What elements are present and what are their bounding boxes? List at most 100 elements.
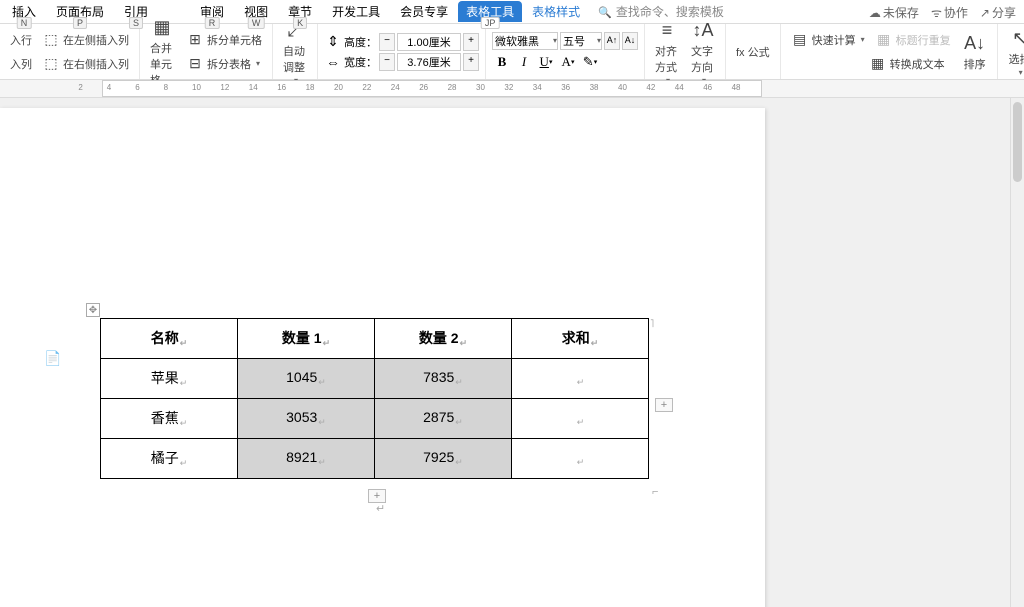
to-text-button[interactable]: ▦转换成文本 <box>865 53 949 75</box>
shortcut-badge: K <box>293 17 307 29</box>
share-button[interactable]: ↗分享 <box>980 4 1016 21</box>
alignment-button[interactable]: ≡对齐方式 <box>651 16 683 87</box>
shortcut-badge: W <box>248 17 265 29</box>
width-plus[interactable]: + <box>463 53 479 71</box>
table-cell[interactable] <box>512 359 649 399</box>
bold-button[interactable]: B <box>492 52 512 72</box>
highlight-button[interactable]: ✎▾ <box>580 52 600 72</box>
document-area[interactable]: ✥ 名称 数量 1 数量 2 求和 苹果 1045 7835 香蕉 3053 2… <box>0 98 1024 607</box>
menu-table-tool[interactable]: 表格工具JP <box>458 1 522 22</box>
vertical-scrollbar[interactable] <box>1010 98 1024 607</box>
table-cell[interactable]: 7925 <box>375 439 512 479</box>
menu-review[interactable]: 审阅R <box>190 1 234 22</box>
unsaved-indicator[interactable]: ☁未保存 <box>869 4 919 21</box>
font-color-button[interactable]: A▾ <box>558 52 578 72</box>
menu-reference[interactable]: 引用S <box>114 1 158 22</box>
paragraph-mark: ↵ <box>376 502 385 515</box>
coop-button[interactable]: ᯤ协作 <box>931 4 968 21</box>
cloud-icon: ☁ <box>869 6 881 20</box>
add-row-button[interactable]: + <box>368 489 386 503</box>
share-icon: ↗ <box>980 6 990 20</box>
italic-button[interactable]: I <box>514 52 534 72</box>
sort-button[interactable]: A↓排序 <box>959 29 991 74</box>
menu-section[interactable]: 章节K <box>278 1 322 22</box>
font-bigger[interactable]: A↑ <box>604 32 620 50</box>
menu-table-style[interactable]: 表格样式 <box>522 1 590 22</box>
row-height-icon: ⇕ <box>324 33 342 51</box>
data-table[interactable]: 名称 数量 1 数量 2 求和 苹果 1045 7835 香蕉 3053 287… <box>100 318 649 479</box>
insert-col-button[interactable]: 入列 <box>6 54 36 74</box>
repeat-icon: ▦ <box>875 31 893 49</box>
table-col-right-icon: ⬚ <box>42 55 60 73</box>
menu-view[interactable]: 视图W <box>234 1 278 22</box>
table-row[interactable]: 橘子 8921 7925 <box>101 439 649 479</box>
table-cell[interactable] <box>512 399 649 439</box>
table-cell[interactable]: 2875 <box>375 399 512 439</box>
title-repeat-button[interactable]: ▦标题行重复 <box>871 29 955 51</box>
shortcut-badge: S <box>129 17 143 29</box>
menu-layout[interactable]: 页面布局P <box>46 1 114 22</box>
select-button[interactable]: ↖选择 <box>1004 24 1024 79</box>
table-header[interactable]: 求和 <box>512 319 649 359</box>
totext-icon: ▦ <box>869 55 887 73</box>
align-icon: ≡ <box>655 18 679 42</box>
table-header[interactable]: 数量 1 <box>238 319 375 359</box>
insert-col-right-button[interactable]: ⬚在右侧插入列 <box>38 53 133 75</box>
horizontal-ruler: /* ruler numbers inserted below */ 24681… <box>0 80 1024 98</box>
shortcut-badge: JP <box>481 17 500 29</box>
font-size-select[interactable]: 五号 <box>560 32 602 50</box>
height-minus[interactable]: − <box>379 33 395 51</box>
height-label: 高度： <box>344 34 377 50</box>
shortcut-badge: N <box>17 17 32 29</box>
side-panel-icon[interactable]: 📄 <box>44 350 61 367</box>
height-input[interactable]: 1.00厘米 <box>397 33 461 51</box>
split-cell-icon: ⊞ <box>186 31 204 49</box>
textdir-icon: ↕A <box>691 18 715 42</box>
menu-dev[interactable]: 开发工具 <box>322 1 390 22</box>
top-right-actions: ☁未保存 ᯤ协作 ↗分享 <box>869 4 1016 21</box>
font-family-select[interactable]: 微软雅黑 <box>492 32 558 50</box>
table-cell[interactable]: 橘子 <box>101 439 238 479</box>
search-icon <box>598 5 616 19</box>
table-header[interactable]: 名称 <box>101 319 238 359</box>
shortcut-badge: P <box>73 17 87 29</box>
table-cell[interactable]: 香蕉 <box>101 399 238 439</box>
formula-button[interactable]: fx 公式 <box>732 42 774 62</box>
text-direction-button[interactable]: ↕A文字方向 <box>687 16 719 87</box>
split-table-icon: ⊟ <box>186 55 204 73</box>
table-cell[interactable]: 7835 <box>375 359 512 399</box>
insert-row-button[interactable]: 入行 <box>6 30 36 50</box>
merge-cells-button[interactable]: ▦合并单元格 <box>146 13 178 90</box>
menu-member[interactable]: 会员专享 <box>390 1 458 22</box>
table-header[interactable]: 数量 2 <box>375 319 512 359</box>
quick-calc-button[interactable]: ▤快速计算 <box>787 29 869 51</box>
font-smaller[interactable]: A↓ <box>622 32 638 50</box>
col-width-icon: ⇔ <box>324 53 342 71</box>
table-cell[interactable]: 8921 <box>238 439 375 479</box>
ribbon-toolbar: 入行⬚在左侧插入列 入列⬚在右侧插入列 ▦合并单元格 ⊞拆分单元格 ⊟拆分表格 … <box>0 24 1024 80</box>
calc-icon: ▤ <box>791 31 809 49</box>
menu-insert[interactable]: 插入N <box>2 1 46 22</box>
width-minus[interactable]: − <box>379 53 395 71</box>
table-cell[interactable]: 苹果 <box>101 359 238 399</box>
add-column-button[interactable]: + <box>655 398 673 412</box>
table-row[interactable]: 苹果 1045 7835 <box>101 359 649 399</box>
height-plus[interactable]: + <box>463 33 479 51</box>
menu-bar: 插入N 页面布局P 引用S xxM 审阅R 视图W 章节K 开发工具 会员专享 … <box>0 0 1024 24</box>
table-cell[interactable]: 1045 <box>238 359 375 399</box>
table-resize-handle[interactable]: ⌐ <box>652 486 658 498</box>
split-table-button[interactable]: ⊟拆分表格 <box>182 53 264 75</box>
split-cells-button[interactable]: ⊞拆分单元格 <box>182 29 266 51</box>
page[interactable]: ✥ 名称 数量 1 数量 2 求和 苹果 1045 7835 香蕉 3053 2… <box>0 108 765 607</box>
shortcut-badge: R <box>205 17 220 29</box>
table-cell[interactable] <box>512 439 649 479</box>
width-input[interactable]: 3.76厘米 <box>397 53 461 71</box>
table-cell[interactable]: 3053 <box>238 399 375 439</box>
table-header-row[interactable]: 名称 数量 1 数量 2 求和 <box>101 319 649 359</box>
underline-button[interactable]: U▾ <box>536 52 556 72</box>
insert-col-left-button[interactable]: ⬚在左侧插入列 <box>38 29 133 51</box>
table-row[interactable]: 香蕉 3053 2875 <box>101 399 649 439</box>
width-label: 宽度： <box>344 54 377 70</box>
scrollbar-thumb[interactable] <box>1013 102 1022 182</box>
table-move-handle[interactable]: ✥ <box>86 303 100 317</box>
